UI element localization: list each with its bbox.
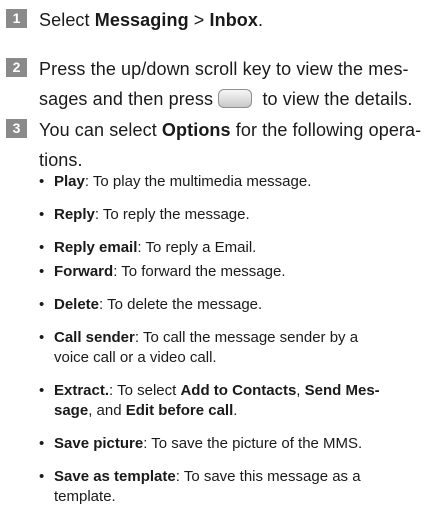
list-item: Delete: To delete the message. [39,295,432,315]
list-item: Call sender: To call the message sender … [39,328,432,368]
step-number: 3 [6,119,27,138]
list-item: Forward: To forward the message. [39,262,432,282]
center-select-key-icon [218,89,253,108]
step-text: Select Messaging > Inbox. [39,10,264,30]
options-label: Options [161,120,231,140]
list-item: Reply email: To reply a Email. [39,238,432,258]
list-item: Save as template: To save this message a… [39,467,432,507]
list-item: Play: To play the multimedia message. [39,172,432,192]
list-item: Reply: To reply the message. [39,205,432,225]
step-text: Press the up/down scroll key to view the… [39,59,413,109]
list-item: Save picture: To save the picture of the… [39,434,432,454]
options-list: Play: To play the multimedia message. Re… [39,172,432,507]
step-number: 2 [6,58,27,77]
step-text: You can select Options for the following… [39,120,422,170]
list-item: Extract.: To select Add to Contacts, Sen… [39,381,432,421]
step-number: 1 [6,9,27,28]
menu-messaging: Messaging [94,10,189,30]
menu-inbox: Inbox [209,10,258,30]
